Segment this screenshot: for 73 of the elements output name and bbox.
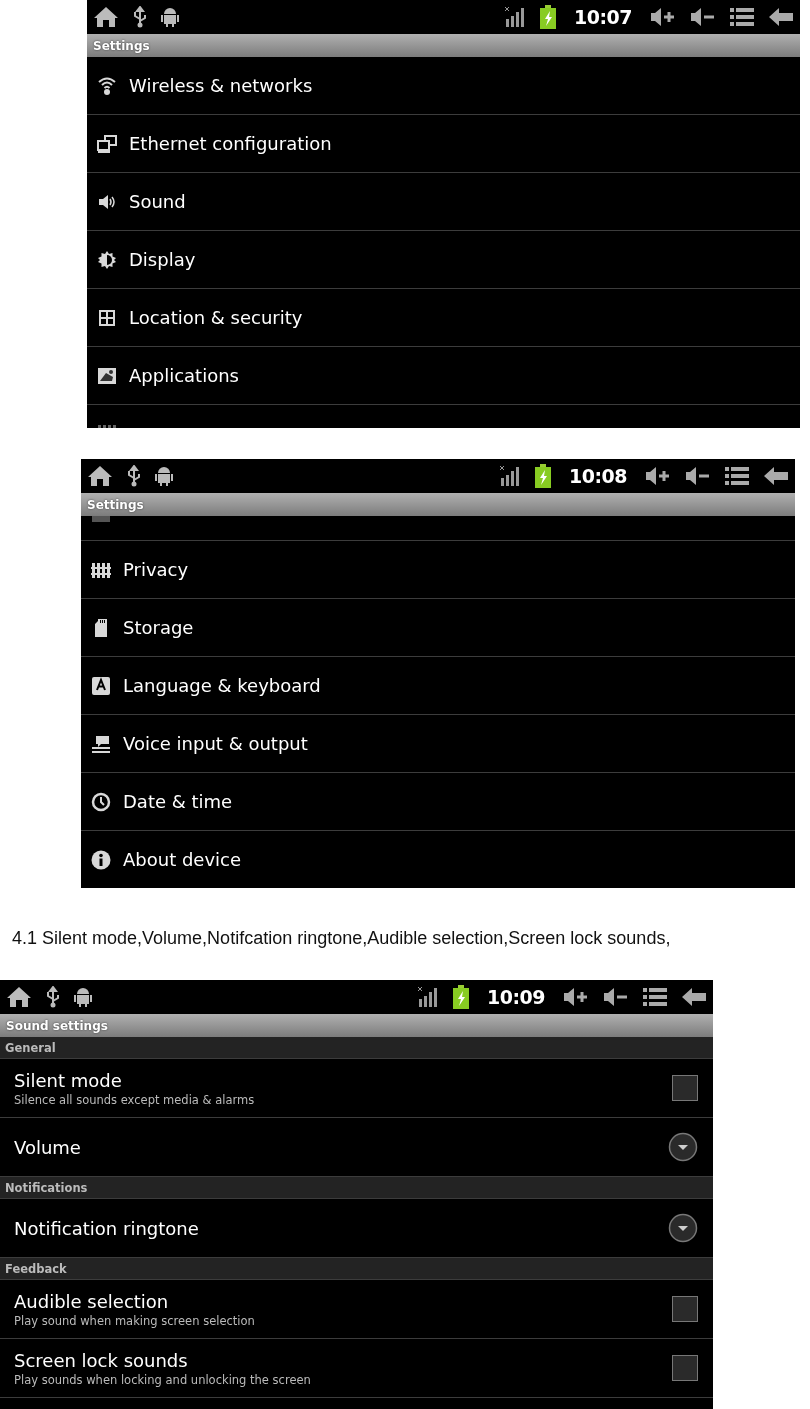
item-summary: Play sound when making screen selection xyxy=(14,1313,256,1328)
item-summary: Silence all sounds except media & alarms xyxy=(14,1092,256,1107)
clock-icon xyxy=(91,791,111,812)
home-icon[interactable] xyxy=(87,465,113,487)
dropdown-icon[interactable] xyxy=(668,1213,698,1243)
caption-text: 4.1 Silent mode,Volume,Notifcation ringtone,Audible selection,Screen lock sounds, xyxy=(11,926,672,950)
settings-item[interactable]: Ethernet configuration xyxy=(87,115,800,173)
settings-item[interactable]: Date & time xyxy=(81,773,795,831)
settings-item[interactable]: Location & security xyxy=(87,289,800,347)
menu-icon[interactable] xyxy=(725,465,749,487)
back-icon[interactable] xyxy=(681,986,707,1008)
item-title: Audible selection xyxy=(14,1290,170,1312)
settings-item[interactable]: Display xyxy=(87,231,800,289)
android-icon xyxy=(161,6,179,28)
computers-icon xyxy=(97,133,117,154)
item-title: Notification ringtone xyxy=(14,1217,200,1239)
info-icon xyxy=(91,849,111,870)
home-icon[interactable] xyxy=(6,986,32,1008)
volume-down-icon[interactable] xyxy=(685,465,711,487)
battery-icon xyxy=(453,985,469,1009)
item-summary: Play sounds when locking and unlocking the screen xyxy=(14,1372,312,1387)
battery-icon xyxy=(540,5,556,29)
usb-icon xyxy=(46,986,60,1008)
battery-icon xyxy=(535,464,551,488)
settings-item[interactable]: Audible selection Play sound when making screen selection xyxy=(0,1280,713,1339)
signal-icon xyxy=(417,986,439,1008)
screen-title: Sound settings xyxy=(6,1018,108,1033)
screen-title: Settings xyxy=(87,497,144,512)
android-icon xyxy=(74,986,92,1008)
wifi-icon xyxy=(97,75,117,96)
settings-item[interactable]: About device xyxy=(81,831,795,888)
settings-item[interactable]: Screen lock sounds Play sounds when locking and unlocking the screen xyxy=(0,1339,713,1398)
back-icon[interactable] xyxy=(768,6,794,28)
clock-time: 10:08 xyxy=(569,465,627,487)
speech-bubble-icon xyxy=(91,733,111,754)
menu-icon[interactable] xyxy=(643,986,667,1008)
section-title: General xyxy=(5,1040,56,1055)
letter-key-icon xyxy=(91,675,111,696)
volume-down-icon[interactable] xyxy=(690,6,716,28)
settings-item[interactable]: Sound xyxy=(87,173,800,231)
section-title: Feedback xyxy=(5,1261,67,1276)
menu-icon[interactable] xyxy=(730,6,754,28)
settings-item[interactable]: Wireless & networks xyxy=(87,57,800,115)
dropdown-icon[interactable] xyxy=(668,1132,698,1162)
settings-item[interactable]: Privacy xyxy=(81,541,795,599)
item-title: Screen lock sounds xyxy=(14,1349,189,1371)
settings-item[interactable]: Applications xyxy=(87,347,800,405)
home-icon[interactable] xyxy=(93,6,119,28)
item-title: Silent mode xyxy=(14,1069,123,1091)
back-icon[interactable] xyxy=(763,465,789,487)
usb-icon xyxy=(133,6,147,28)
checkbox[interactable] xyxy=(672,1355,698,1381)
checkbox[interactable] xyxy=(672,1296,698,1322)
grid-icon xyxy=(97,307,117,328)
checkbox[interactable] xyxy=(672,1075,698,1101)
usb-icon xyxy=(127,465,141,487)
settings-item[interactable]: Silent mode Silence all sounds except media & alarms xyxy=(0,1059,713,1118)
settings-item[interactable]: Voice input & output xyxy=(81,715,795,773)
volume-up-icon[interactable] xyxy=(650,6,676,28)
brightness-icon xyxy=(97,249,117,270)
settings-item[interactable]: Language & keyboard xyxy=(81,657,795,715)
volume-down-icon[interactable] xyxy=(603,986,629,1008)
screen-title: Settings xyxy=(93,38,150,53)
item-title: Volume xyxy=(14,1136,82,1158)
section-title: Notifications xyxy=(5,1180,88,1195)
signal-icon xyxy=(499,465,521,487)
clock-time: 10:09 xyxy=(487,986,545,1008)
signal-icon xyxy=(504,6,526,28)
android-icon xyxy=(155,465,173,487)
volume-up-icon[interactable] xyxy=(563,986,589,1008)
clock-time: 10:07 xyxy=(574,6,632,28)
volume-up-icon[interactable] xyxy=(645,465,671,487)
settings-item[interactable]: Storage xyxy=(81,599,795,657)
